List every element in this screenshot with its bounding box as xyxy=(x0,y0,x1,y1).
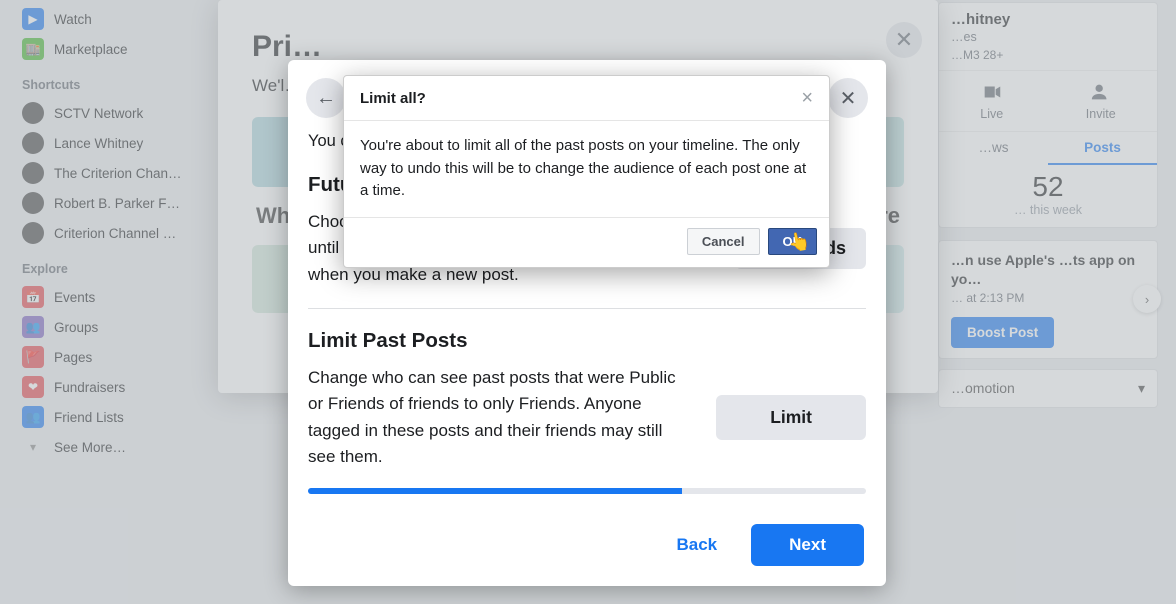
limit-past-posts-text: Change who can see past posts that were … xyxy=(308,365,678,470)
progress-bar xyxy=(308,488,866,494)
limit-past-posts-heading: Limit Past Posts xyxy=(308,329,866,353)
limit-button[interactable]: Limit xyxy=(716,395,866,440)
ok-button[interactable]: OK xyxy=(768,228,818,255)
back-button[interactable]: Back xyxy=(659,525,736,565)
close-button[interactable]: ✕ xyxy=(828,78,868,118)
dialog-title: Limit all? xyxy=(360,90,426,107)
next-button[interactable]: Next xyxy=(751,524,864,566)
cancel-button[interactable]: Cancel xyxy=(687,228,760,255)
limit-all-confirm-dialog: Limit all? × You're about to limit all o… xyxy=(343,75,830,268)
dialog-body: You're about to limit all of the past po… xyxy=(344,121,829,218)
close-icon[interactable]: × xyxy=(801,88,813,108)
divider xyxy=(308,308,866,309)
back-arrow-button[interactable]: ← xyxy=(306,78,346,118)
